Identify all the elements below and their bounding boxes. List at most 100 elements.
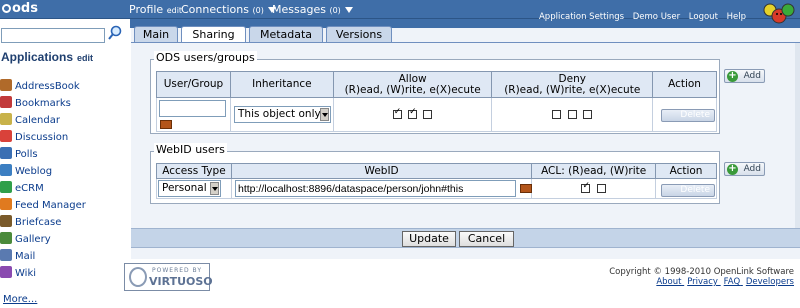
- tab-sharing[interactable]: Sharing: [181, 26, 246, 43]
- update-label: Update: [409, 232, 449, 245]
- inheritance-select[interactable]: This object only: [234, 106, 331, 123]
- deny-execute-checkbox[interactable]: [583, 110, 593, 119]
- sidebar-item-discussion[interactable]: Discussion: [0, 129, 86, 146]
- tab-label: Metadata: [259, 28, 313, 41]
- search-input[interactable]: [1, 28, 105, 43]
- application-settings-link[interactable]: Application Settings: [539, 12, 624, 22]
- connections-menu[interactable]: Connections (0): [181, 3, 277, 16]
- applications-edit-link[interactable]: edit: [77, 53, 93, 63]
- acl-write-checkbox[interactable]: [596, 184, 606, 193]
- messages-menu[interactable]: Messages (0): [272, 3, 354, 16]
- sidebar-item-ecrm[interactable]: eCRM: [0, 180, 86, 197]
- chevron-down-icon[interactable]: [210, 182, 219, 195]
- ods-ring-icon: [2, 4, 11, 13]
- developers-link[interactable]: Developers: [746, 277, 794, 287]
- sidebar-item-weblog[interactable]: Weblog: [0, 163, 86, 180]
- allow-write-checkbox[interactable]: [408, 107, 418, 119]
- ods-delete-button[interactable]: Delete: [661, 109, 715, 122]
- deny-write-checkbox[interactable]: [567, 110, 577, 119]
- allow-header: Allow (R)ead, (W)rite, e(X)ecute: [332, 71, 493, 98]
- mail-icon: [0, 249, 12, 261]
- delete-label: Delete: [680, 110, 710, 120]
- messages-label[interactable]: Messages: [272, 3, 326, 16]
- messages-count: (0): [329, 6, 341, 15]
- tab-label: Versions: [335, 28, 383, 41]
- tab-main[interactable]: Main: [134, 26, 178, 42]
- sidebar-item-polls[interactable]: Polls: [0, 146, 86, 163]
- add-label: Add: [743, 164, 761, 174]
- ods-add-button[interactable]: + Add: [724, 69, 765, 83]
- connections-count: (0): [252, 6, 264, 15]
- deny-read-checkbox[interactable]: [552, 110, 562, 119]
- sidebar-item-calendar[interactable]: Calendar: [0, 112, 86, 129]
- virtuoso-text: VIRTUOSO: [149, 275, 213, 288]
- sidebar-item-label: Bookmarks: [15, 98, 71, 109]
- sidebar-item-mail[interactable]: Mail: [0, 248, 86, 265]
- more-link[interactable]: More...: [3, 294, 37, 305]
- webid-delete-button[interactable]: Delete: [661, 184, 715, 197]
- sidebar-item-addressbook[interactable]: AddressBook: [0, 78, 86, 95]
- sidebar-item-briefcase[interactable]: Briefcase: [0, 214, 86, 231]
- gallery-icon: [0, 232, 12, 244]
- sidebar-item-label: eCRM: [15, 183, 44, 194]
- powered-by-virtuoso-badge[interactable]: POWERED BY VIRTUOSO: [124, 263, 213, 291]
- help-link[interactable]: Help: [727, 12, 746, 22]
- tab-versions[interactable]: Versions: [326, 26, 392, 42]
- connections-label[interactable]: Connections: [181, 3, 249, 16]
- sidebar-item-gallery[interactable]: Gallery: [0, 231, 86, 248]
- profile-menu[interactable]: Profile edit: [129, 3, 182, 16]
- sidebar-item-label: Calendar: [15, 115, 60, 126]
- sidebar-item-feed-manager[interactable]: Feed Manager: [0, 197, 86, 214]
- webid-input[interactable]: [235, 180, 516, 197]
- cancel-button[interactable]: Cancel: [459, 231, 514, 247]
- about-link[interactable]: About: [656, 277, 681, 287]
- community-faces-icon: [763, 3, 795, 24]
- tab-metadata[interactable]: Metadata: [249, 26, 323, 42]
- allow-execute-checkbox[interactable]: [423, 110, 433, 119]
- profile-edit-link[interactable]: edit: [167, 6, 182, 15]
- briefcase-icon: [0, 215, 12, 227]
- sidebar-item-label: Mail: [15, 251, 36, 262]
- scrollbar[interactable]: [795, 43, 800, 243]
- ods-logo[interactable]: ods: [2, 1, 38, 17]
- user-group-input[interactable]: [159, 100, 226, 117]
- header-text: User/Group: [163, 78, 224, 90]
- logout-link[interactable]: Logout: [689, 12, 718, 22]
- demo-user-link[interactable]: Demo User: [633, 12, 680, 22]
- acl-header: ACL: (R)ead, (W)rite: [531, 163, 657, 179]
- sidebar-item-label: Weblog: [15, 166, 53, 177]
- allow-read-checkbox[interactable]: [392, 107, 402, 119]
- acl-read-checkbox[interactable]: [581, 181, 591, 193]
- header-text: (R)ead, (W)rite, e(X)ecute: [504, 83, 641, 96]
- user-picker-icon[interactable]: [160, 120, 172, 129]
- chevron-down-icon[interactable]: [345, 7, 354, 13]
- applications-list: AddressBook Bookmarks Calendar Discussio…: [0, 78, 86, 282]
- sidebar-item-wiki[interactable]: Wiki: [0, 265, 86, 282]
- update-button[interactable]: Update: [402, 231, 456, 247]
- faq-link[interactable]: FAQ: [724, 277, 740, 287]
- header-text: ACL: (R)ead, (W)rite: [541, 164, 647, 177]
- acl-cell: [531, 178, 657, 199]
- ods-users-groups-legend: ODS users/groups: [154, 51, 257, 64]
- action-header: Action: [655, 163, 717, 179]
- polls-icon: [0, 147, 12, 159]
- webid-picker-icon[interactable]: [520, 184, 532, 193]
- access-type-select[interactable]: Personal: [158, 180, 221, 197]
- cancel-label: Cancel: [467, 232, 506, 245]
- user-group-header: User/Group: [156, 71, 231, 98]
- profile-link[interactable]: Profile: [129, 3, 163, 16]
- footer-links: About Privacy FAQ Developers: [653, 277, 794, 287]
- copyright-text: Copyright © 1998-2010 OpenLink Software: [609, 267, 794, 277]
- sidebar-item-label: Wiki: [15, 268, 37, 279]
- action-header: Action: [652, 71, 717, 98]
- add-icon: +: [727, 163, 738, 175]
- header-text: Action: [669, 164, 703, 177]
- weblog-icon: [0, 164, 12, 176]
- chevron-down-icon[interactable]: [320, 108, 329, 121]
- powered-by-text: POWERED BY: [152, 267, 203, 274]
- webid-add-button[interactable]: + Add: [724, 162, 765, 176]
- sidebar-item-bookmarks[interactable]: Bookmarks: [0, 95, 86, 112]
- search-icon[interactable]: [108, 25, 122, 41]
- sidebar-item-label: Briefcase: [15, 217, 62, 228]
- privacy-link[interactable]: Privacy: [687, 277, 718, 287]
